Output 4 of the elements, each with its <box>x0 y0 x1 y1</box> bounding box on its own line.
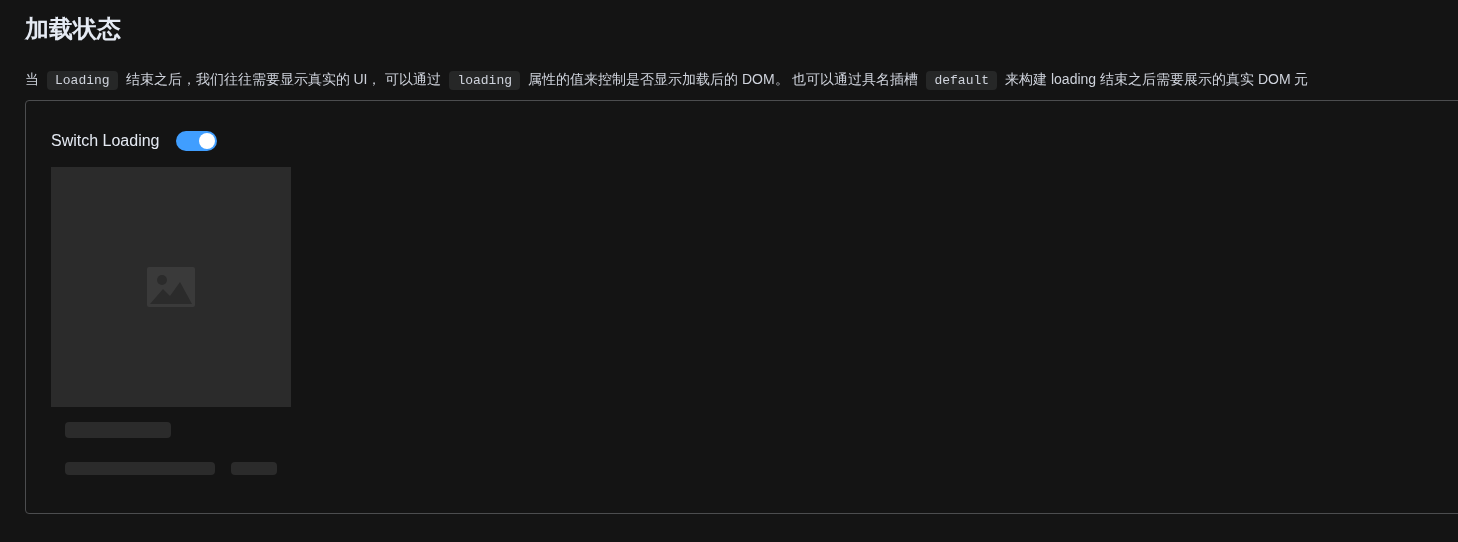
description: 当 Loading 结束之后，我们往往需要显示真实的 UI， 可以通过 loading 属性的值来控制是否显示加载后的 DOM。 也可以通过具名插槽 default 来构建 loading 结束之后需要展示的真实 DOM 元 <box>25 70 1309 92</box>
loading-switch[interactable] <box>175 131 217 151</box>
section-heading: 加载状态 <box>25 14 121 44</box>
switch-label: Switch Loading <box>51 131 160 151</box>
